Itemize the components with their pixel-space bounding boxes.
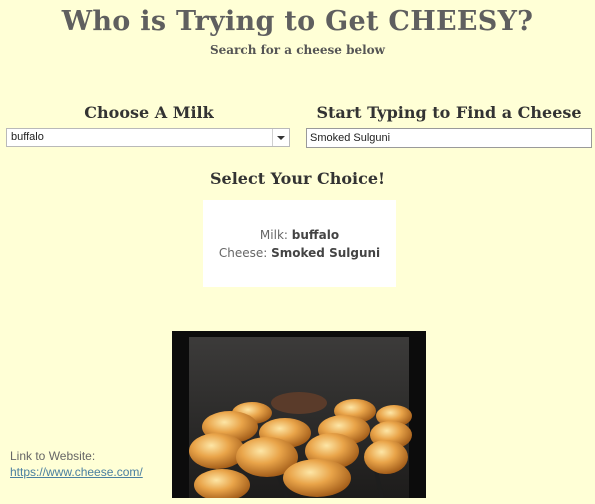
choice-cheese-value: Smoked Sulguni <box>271 246 381 260</box>
choice-label: Select Your Choice! <box>209 169 386 188</box>
cheese-search-input[interactable] <box>306 128 592 148</box>
choice-cheese-line: Cheese: Smoked Sulguni <box>203 246 396 260</box>
choice-summary: Milk: buffalo Cheese: Smoked Sulguni <box>203 200 396 287</box>
choice-cheese-prefix: Cheese: <box>218 246 268 260</box>
choice-milk-value: buffalo <box>291 228 340 242</box>
page-title: Who is Trying to Get CHEESY? <box>61 6 534 37</box>
page-subtitle: Search for a cheese below <box>209 43 385 57</box>
website-link[interactable]: https://www.cheese.com/ <box>10 465 143 479</box>
website-link-label: Link to Website: <box>10 449 96 463</box>
cheese-search-label: Start Typing to Find a Cheese <box>316 103 582 122</box>
milk-label: Choose A Milk <box>84 103 214 122</box>
chevron-down-icon[interactable] <box>272 129 289 146</box>
milk-select[interactable]: buffalo <box>6 128 290 147</box>
cheese-photo <box>172 331 426 498</box>
milk-select-value: buffalo <box>11 131 44 143</box>
choice-milk-line: Milk: buffalo <box>203 228 396 242</box>
choice-milk-prefix: Milk: <box>259 228 288 242</box>
